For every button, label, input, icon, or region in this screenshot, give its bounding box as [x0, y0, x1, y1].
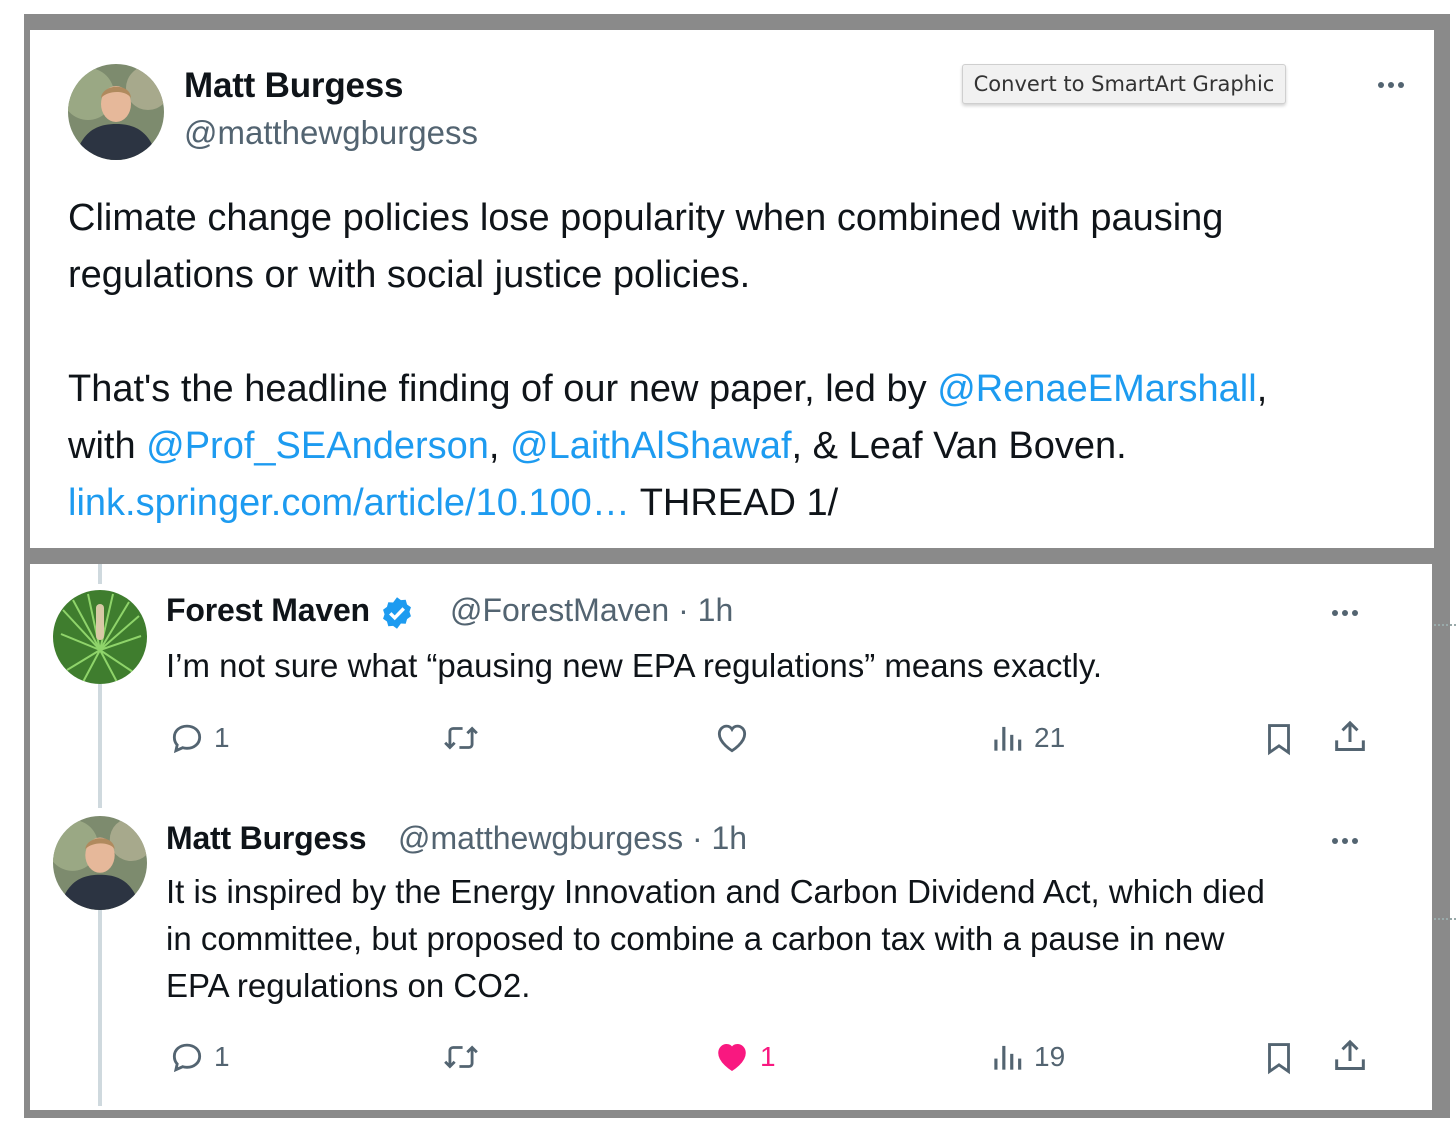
reply-handle[interactable]: @ForestMaven: [450, 592, 669, 628]
tweet-text: with: [68, 425, 147, 467]
bookmark-icon: [1268, 1043, 1290, 1075]
views-icon: [994, 1045, 1022, 1070]
reply-button[interactable]: 1: [168, 719, 230, 757]
more-options-icon[interactable]: [1332, 610, 1358, 616]
reply-icon: [172, 724, 202, 754]
smartart-tooltip[interactable]: Convert to SmartArt Graphic: [962, 64, 1286, 104]
mention-link[interactable]: @Prof_SEAnderson: [146, 425, 489, 467]
share-button[interactable]: [1330, 717, 1370, 757]
reply-avatar[interactable]: [53, 816, 147, 910]
reply-author-name[interactable]: Matt Burgess: [166, 820, 367, 857]
reply-button[interactable]: 1: [168, 1038, 230, 1076]
retweet-button[interactable]: [440, 1038, 482, 1076]
reply-text-line: It is inspired by the Energy Innovation …: [166, 873, 1265, 910]
like-button[interactable]: 1: [712, 1038, 776, 1076]
views-icon: [994, 726, 1022, 751]
replies-screenshot-frame: Forest Maven @ForestMaven · 1h I’m not s…: [24, 548, 1450, 1118]
retweet-icon: [444, 726, 478, 750]
like-icon: [717, 724, 747, 753]
thread-connector: [98, 684, 102, 808]
reply-count: 1: [214, 722, 230, 753]
article-link[interactable]: link.springer.com/article/10.100…: [68, 482, 630, 524]
bookmark-button[interactable]: [1260, 1038, 1298, 1078]
bookmark-icon: [1268, 724, 1290, 756]
reply-time[interactable]: · 1h: [692, 820, 747, 856]
main-tweet: Matt Burgess @matthewgburgess Convert to…: [30, 30, 1434, 554]
reply-avatar[interactable]: [53, 590, 147, 684]
more-options-icon[interactable]: [1378, 82, 1404, 88]
views-button[interactable]: 19: [988, 1038, 1065, 1076]
share-icon: [1335, 720, 1365, 751]
tweet-text-line: with @Prof_SEAnderson, @LaithAlShawaf, &…: [68, 418, 1127, 475]
author-handle[interactable]: @matthewgburgess: [184, 114, 478, 152]
reply-text: I’m not sure what “pausing new EPA regul…: [166, 647, 1103, 684]
like-filled-icon: [718, 1044, 746, 1071]
verified-badge-icon: [382, 596, 411, 629]
avatar-photo: [68, 64, 164, 160]
reply-time[interactable]: · 1h: [678, 592, 733, 628]
pine-avatar-photo: [53, 590, 147, 684]
like-count: 1: [760, 1041, 776, 1072]
mention-link[interactable]: @RenaeEMarshall: [937, 368, 1257, 410]
author-avatar[interactable]: [68, 64, 164, 160]
reply-text-line: EPA regulations on CO2.: [166, 967, 531, 1004]
thread-connector: [98, 910, 102, 1106]
reply-icon: [172, 1043, 202, 1073]
tweet-text-line: Climate change policies lose popularity …: [68, 197, 1224, 239]
mention-link[interactable]: @LaithAlShawaf: [510, 425, 792, 467]
edge-dotted-line: [1434, 918, 1456, 920]
bookmark-button[interactable]: [1260, 719, 1298, 759]
more-options-icon[interactable]: [1332, 838, 1358, 844]
tweet-text-line: link.springer.com/article/10.100… THREAD…: [68, 475, 838, 532]
tweet-text: ,: [488, 425, 511, 467]
replies-panel: Forest Maven @ForestMaven · 1h I’m not s…: [30, 564, 1432, 1110]
reply-handle[interactable]: @matthewgburgess: [398, 820, 683, 856]
views-count: 19: [1034, 1041, 1066, 1072]
tweet-text: That's the headline finding of our new p…: [68, 368, 938, 410]
reply-text-line: in committee, but proposed to combine a …: [166, 920, 1225, 957]
thread-label: THREAD 1/: [629, 482, 839, 524]
reply-author-name-text: Forest Maven: [166, 592, 370, 628]
like-button[interactable]: [712, 719, 752, 757]
reply-author-name[interactable]: Forest Maven: [166, 592, 415, 631]
views-button[interactable]: 21: [988, 719, 1065, 757]
tweet-screenshot-frame: Matt Burgess @matthewgburgess Convert to…: [24, 14, 1450, 554]
reply-handle-time: @ForestMaven · 1h: [450, 592, 733, 629]
edge-dotted-line: [1434, 624, 1456, 626]
reply-count: 1: [214, 1041, 230, 1072]
thread-connector: [98, 564, 102, 584]
author-name[interactable]: Matt Burgess: [184, 66, 404, 106]
tweet-text-line: That's the headline finding of our new p…: [68, 361, 1267, 418]
retweet-button[interactable]: [440, 719, 482, 757]
reply-handle-time: @matthewgburgess · 1h: [398, 820, 747, 857]
tweet-text-line: regulations or with social justice polic…: [68, 254, 751, 296]
tweet-text: , & Leaf Van Boven.: [791, 425, 1127, 467]
avatar-photo: [53, 816, 147, 910]
share-icon: [1335, 1039, 1365, 1070]
views-count: 21: [1034, 722, 1066, 753]
tweet-text: ,: [1256, 368, 1268, 410]
share-button[interactable]: [1330, 1036, 1370, 1076]
retweet-icon: [444, 1045, 478, 1069]
